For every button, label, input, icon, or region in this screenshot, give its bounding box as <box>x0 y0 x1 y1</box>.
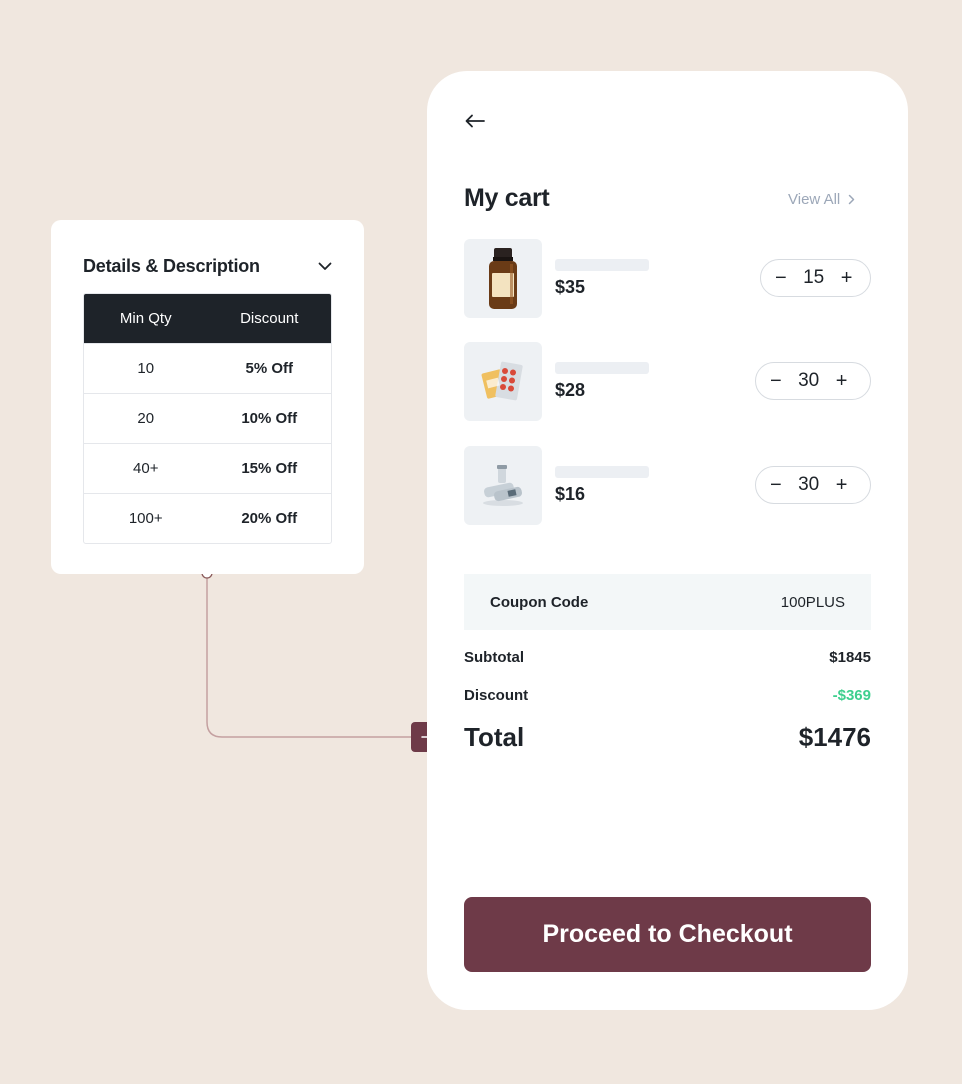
details-title: Details & Description <box>83 255 260 276</box>
decrement-button[interactable]: − <box>770 371 782 391</box>
table-row: 20 10% Off <box>84 393 331 443</box>
product-image[interactable] <box>464 446 542 525</box>
pill-blister-pack-icon <box>481 361 523 400</box>
coupon-value[interactable]: 100PLUS <box>781 594 845 611</box>
checkout-button[interactable]: Proceed to Checkout <box>464 897 871 972</box>
item-name-placeholder <box>555 259 649 271</box>
coupon-label: Coupon Code <box>490 593 589 611</box>
item-name-placeholder <box>555 466 649 478</box>
min-qty-cell: 20 <box>137 410 155 427</box>
quantity-stepper[interactable]: − 30 + <box>755 362 871 400</box>
chevron-right-icon <box>849 194 855 205</box>
item-price: $35 <box>555 277 586 297</box>
increment-button[interactable]: + <box>841 268 853 288</box>
discount-cell: 20% Off <box>241 510 298 527</box>
total-label: Total <box>464 722 525 752</box>
quantity-value: 30 <box>798 370 820 391</box>
view-all-label: View All <box>788 191 841 208</box>
table-row: 40+ 15% Off <box>84 443 331 493</box>
cart-item: $28 − 30 + <box>464 342 871 421</box>
details-header[interactable]: Details & Description <box>83 256 333 276</box>
table-row: 100+ 20% Off <box>84 493 331 543</box>
cart-item: $16 − 30 + <box>464 446 871 525</box>
discount-row: Discount -$369 <box>464 687 871 704</box>
column-header-min-qty: Min Qty <box>119 310 172 327</box>
product-image[interactable] <box>464 239 542 318</box>
min-qty-cell: 10 <box>137 360 155 377</box>
view-all-link[interactable]: View All <box>788 191 855 208</box>
chevron-down-icon[interactable] <box>317 258 333 274</box>
quantity-value: 30 <box>798 474 820 495</box>
coupon-code-box[interactable]: Coupon Code 100PLUS <box>464 574 871 630</box>
total-value: $1476 <box>798 722 871 752</box>
table-row: 10 5% Off <box>84 343 331 393</box>
item-price: $28 <box>555 380 586 400</box>
quantity-stepper[interactable]: − 15 + <box>760 259 871 297</box>
discount-cell: 10% Off <box>241 410 298 427</box>
item-price: $16 <box>555 484 586 504</box>
increment-button[interactable]: + <box>836 475 848 495</box>
product-image[interactable] <box>464 342 542 421</box>
quantity-value: 15 <box>803 267 825 288</box>
discount-label: Discount <box>464 687 529 704</box>
cart-item: $35 − 15 + <box>464 239 871 318</box>
table-header: Min Qty Discount <box>84 294 331 343</box>
back-arrow-icon[interactable] <box>465 111 489 131</box>
cart-panel: My cart View All $35 − 15 + $28 − 30 + $… <box>427 71 908 1010</box>
total-row: Total $1476 <box>464 722 871 753</box>
quantity-stepper[interactable]: − 30 + <box>755 466 871 504</box>
min-qty-cell: 40+ <box>133 460 159 477</box>
vials-icon <box>483 464 523 506</box>
item-name-placeholder <box>555 362 649 374</box>
details-card: Details & Description Min Qty Discount 1… <box>51 220 364 574</box>
subtotal-label: Subtotal <box>464 649 524 666</box>
decrement-button[interactable]: − <box>770 475 782 495</box>
medicine-bottle-icon <box>489 247 517 309</box>
page-title: My cart <box>464 184 550 212</box>
increment-button[interactable]: + <box>836 371 848 391</box>
column-header-discount: Discount <box>240 310 299 327</box>
subtotal-value: $1845 <box>829 649 871 666</box>
decrement-button[interactable]: − <box>775 268 787 288</box>
discount-cell: 15% Off <box>241 460 298 477</box>
min-qty-cell: 100+ <box>128 510 163 527</box>
subtotal-row: Subtotal $1845 <box>464 649 871 666</box>
discount-value: -$369 <box>832 687 871 704</box>
discount-cell: 5% Off <box>245 360 293 377</box>
discount-table: Min Qty Discount 10 5% Off 20 10% Off 40… <box>83 293 332 544</box>
